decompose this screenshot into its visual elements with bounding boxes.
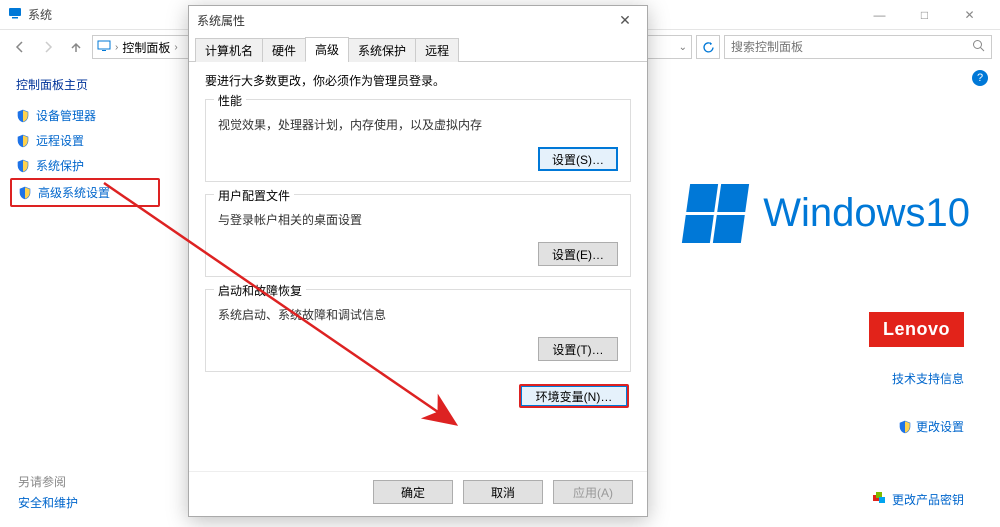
- dialog-title: 系统属性: [197, 12, 245, 29]
- performance-desc: 视觉效果，处理器计划，内存使用，以及虚拟内存: [218, 116, 618, 133]
- change-settings-link[interactable]: 更改设置: [898, 418, 964, 435]
- tab-advanced[interactable]: 高级: [305, 37, 349, 62]
- key-icon: [872, 490, 888, 509]
- chevron-down-icon[interactable]: ⌄: [679, 42, 687, 53]
- sidebar-item-label: 远程设置: [36, 132, 84, 149]
- sidebar-item-label: 高级系统设置: [38, 184, 110, 201]
- shield-icon: [16, 109, 30, 123]
- help-icon[interactable]: ?: [972, 70, 988, 86]
- window-title: 系统: [28, 6, 52, 23]
- user-profile-desc: 与登录帐户相关的桌面设置: [218, 211, 618, 228]
- dialog-close-button[interactable]: ✕: [611, 12, 639, 29]
- see-also-label: 另请参阅: [18, 473, 78, 490]
- ok-button[interactable]: 确定: [373, 480, 453, 504]
- tab-system-protection[interactable]: 系统保护: [348, 38, 416, 62]
- windows-logo-icon: [682, 184, 749, 243]
- dialog-body: 要进行大多数更改，你必须作为管理员登录。 性能 视觉效果，处理器计划，内存使用，…: [189, 62, 647, 471]
- environment-variables-button[interactable]: 环境变量(N)…: [519, 384, 629, 408]
- shield-icon: [18, 186, 32, 200]
- security-maintenance-link[interactable]: 安全和维护: [18, 494, 78, 511]
- sidebar-item-system-protection[interactable]: 系统保护: [10, 153, 160, 178]
- shield-icon: [16, 134, 30, 148]
- sidebar-title[interactable]: 控制面板主页: [10, 76, 160, 93]
- dialog-buttons: 确定 取消 应用(A): [189, 471, 647, 516]
- search-box[interactable]: [724, 35, 992, 59]
- support-link[interactable]: 技术支持信息: [892, 370, 964, 387]
- minimize-button[interactable]: —: [857, 1, 902, 29]
- tab-computer-name[interactable]: 计算机名: [195, 38, 263, 62]
- tab-remote[interactable]: 远程: [415, 38, 459, 62]
- search-input[interactable]: [731, 40, 972, 54]
- system-properties-dialog: 系统属性 ✕ 计算机名 硬件 高级 系统保护 远程 要进行大多数更改，你必须作为…: [188, 5, 648, 517]
- maximize-button[interactable]: □: [902, 1, 947, 29]
- apply-button[interactable]: 应用(A): [553, 480, 633, 504]
- monitor-icon: [97, 39, 111, 56]
- window-controls: — □ ✕: [857, 1, 992, 29]
- breadcrumb-item[interactable]: 控制面板: [122, 39, 170, 56]
- startup-recovery-desc: 系统启动、系统故障和调试信息: [218, 306, 618, 323]
- change-settings-label: 更改设置: [916, 418, 964, 435]
- sidebar-item-advanced-settings[interactable]: 高级系统设置: [10, 178, 160, 207]
- product-key-label: 更改产品密钥: [892, 491, 964, 508]
- windows-text: Windows10: [763, 191, 970, 236]
- system-icon: [8, 6, 22, 23]
- user-profile-title: 用户配置文件: [214, 187, 294, 204]
- performance-group: 性能 视觉效果，处理器计划，内存使用，以及虚拟内存 设置(S)…: [205, 99, 631, 182]
- dialog-tabs: 计算机名 硬件 高级 系统保护 远程: [189, 34, 647, 62]
- startup-recovery-title: 启动和故障恢复: [214, 282, 306, 299]
- windows-branding: Windows10: [686, 184, 970, 243]
- dialog-titlebar[interactable]: 系统属性 ✕: [189, 6, 647, 34]
- sidebar-item-label: 系统保护: [36, 157, 84, 174]
- back-button[interactable]: [8, 35, 32, 59]
- shield-icon: [898, 420, 912, 434]
- change-product-key-link[interactable]: 更改产品密钥: [872, 490, 964, 509]
- refresh-button[interactable]: [696, 35, 720, 59]
- up-button[interactable]: [64, 35, 88, 59]
- see-also: 另请参阅 安全和维护: [18, 473, 78, 515]
- close-button[interactable]: ✕: [947, 1, 992, 29]
- shield-icon: [16, 159, 30, 173]
- startup-recovery-settings-button[interactable]: 设置(T)…: [538, 337, 618, 361]
- search-icon: [972, 39, 985, 55]
- user-profile-group: 用户配置文件 与登录帐户相关的桌面设置 设置(E)…: [205, 194, 631, 277]
- lenovo-logo: Lenovo: [869, 312, 964, 347]
- sidebar-item-label: 设备管理器: [36, 107, 96, 124]
- chevron-right-icon: ›: [115, 42, 118, 53]
- forward-button[interactable]: [36, 35, 60, 59]
- sidebar-item-remote-settings[interactable]: 远程设置: [10, 128, 160, 153]
- admin-hint: 要进行大多数更改，你必须作为管理员登录。: [205, 72, 631, 89]
- performance-settings-button[interactable]: 设置(S)…: [538, 147, 618, 171]
- sidebar-item-device-manager[interactable]: 设备管理器: [10, 103, 160, 128]
- chevron-right-icon: ›: [174, 42, 177, 53]
- sidebar: 控制面板主页 设备管理器 远程设置 系统保护 高级系统设置: [0, 64, 170, 527]
- startup-recovery-group: 启动和故障恢复 系统启动、系统故障和调试信息 设置(T)…: [205, 289, 631, 372]
- performance-title: 性能: [214, 92, 246, 109]
- user-profile-settings-button[interactable]: 设置(E)…: [538, 242, 618, 266]
- cancel-button[interactable]: 取消: [463, 480, 543, 504]
- tab-hardware[interactable]: 硬件: [262, 38, 306, 62]
